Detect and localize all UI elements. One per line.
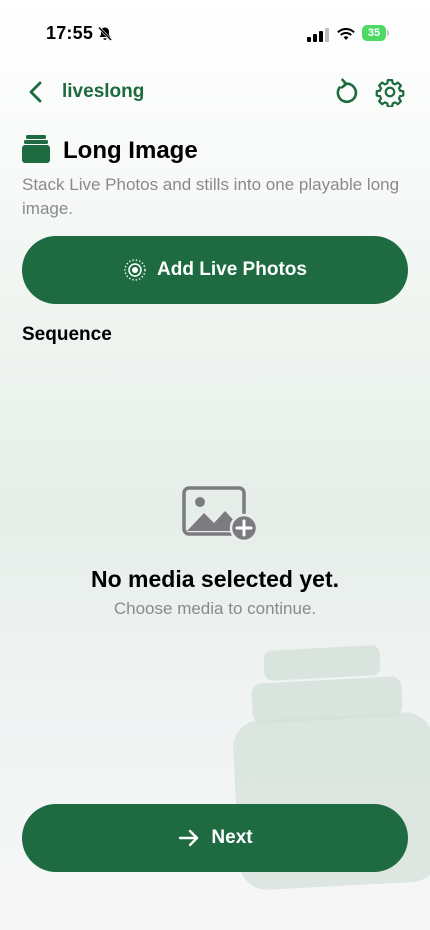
battery-indicator: 35 bbox=[362, 25, 386, 41]
next-button[interactable]: Next bbox=[22, 804, 408, 872]
nav-title[interactable]: liveslong bbox=[62, 81, 144, 103]
live-photo-icon bbox=[124, 259, 146, 281]
gear-icon[interactable] bbox=[375, 77, 405, 107]
page-subtitle: Stack Live Photos and stills into one pl… bbox=[22, 175, 400, 218]
signal-icon bbox=[307, 28, 329, 42]
status-time: 17:55 bbox=[46, 23, 94, 43]
stack-icon bbox=[22, 135, 50, 163]
battery-level: 35 bbox=[367, 27, 381, 39]
bell-slash-icon bbox=[98, 26, 112, 41]
next-label: Next bbox=[211, 827, 253, 848]
empty-state-subtitle: Choose media to continue. bbox=[113, 599, 317, 618]
add-photo-icon bbox=[182, 486, 259, 543]
battery-cap bbox=[387, 30, 389, 36]
arrow-right-icon bbox=[179, 829, 199, 847]
empty-state-title: No media selected yet. bbox=[91, 566, 339, 592]
add-live-photos-label: Add Live Photos bbox=[157, 259, 307, 280]
wifi-icon bbox=[337, 28, 355, 40]
add-live-photos-button[interactable]: Add Live Photos bbox=[22, 236, 408, 304]
status-bar: 17:55 35 bbox=[0, 0, 430, 70]
chevron-left-icon[interactable] bbox=[22, 78, 50, 106]
page-title: Long Image bbox=[63, 137, 198, 164]
reset-icon[interactable] bbox=[331, 77, 361, 107]
sequence-heading: Sequence bbox=[22, 324, 112, 345]
